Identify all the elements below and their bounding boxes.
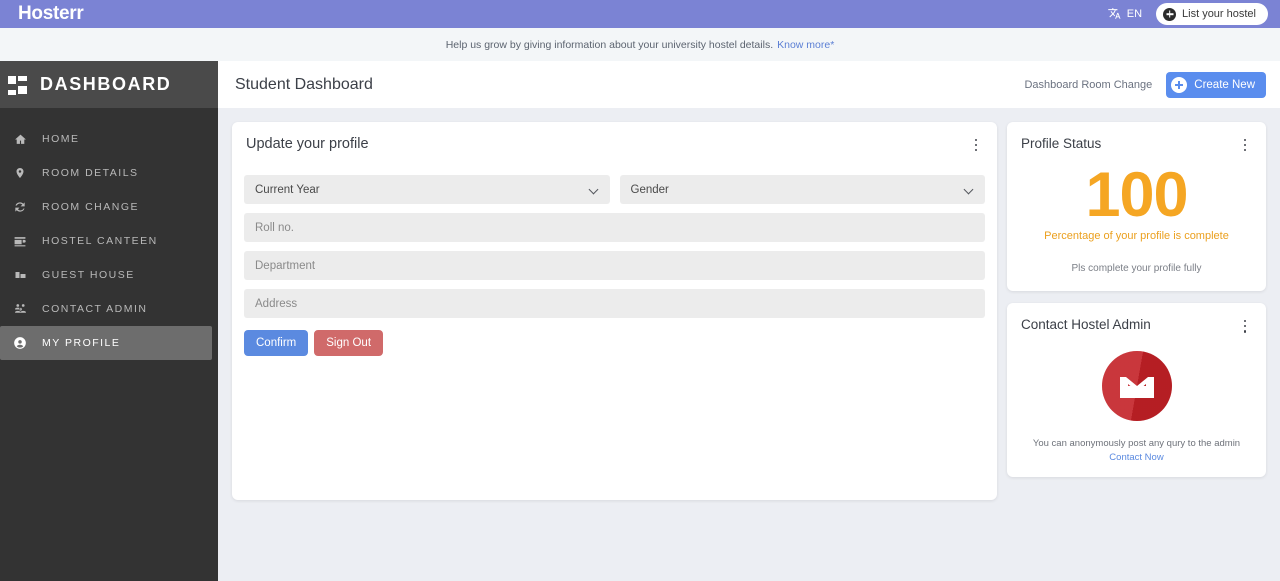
- confirm-button[interactable]: Confirm: [244, 330, 309, 356]
- dashboard-grid-icon: [8, 75, 28, 95]
- sidebar-item-contact-admin[interactable]: CONTACT ADMIN: [0, 292, 212, 326]
- sidebar-item-label: CONTACT ADMIN: [42, 303, 148, 315]
- right-column: Profile Status 100 Percentage of your pr…: [1007, 122, 1266, 478]
- sidebar-item-label: HOME: [42, 133, 80, 145]
- sidebar-item-label: ROOM DETAILS: [42, 167, 139, 179]
- create-new-button[interactable]: Create New: [1166, 71, 1266, 98]
- sign-out-button[interactable]: Sign Out: [314, 330, 384, 356]
- profile-status-card: Profile Status 100 Percentage of your pr…: [1007, 122, 1266, 292]
- user-circle-icon: [12, 336, 28, 350]
- brand-logo[interactable]: Hosterr: [18, 3, 84, 25]
- profile-status-title: Profile Status: [1021, 136, 1102, 151]
- current-year-select-wrap: Current Year: [244, 175, 610, 204]
- create-new-label: Create New: [1194, 78, 1255, 91]
- translate-icon: [1107, 7, 1122, 21]
- gmail-envelope-icon: [1101, 351, 1172, 422]
- kebab-menu-icon[interactable]: [1238, 136, 1252, 154]
- home-icon: [12, 133, 28, 146]
- page-title: Student Dashboard: [235, 75, 373, 93]
- address-input[interactable]: [244, 289, 985, 318]
- page-header: Student Dashboard Dashboard Room Change …: [218, 61, 1280, 108]
- update-profile-card: Update your profile Current Year Gender …: [232, 122, 997, 500]
- roll-no-input[interactable]: [244, 213, 985, 242]
- sidebar-item-label: ROOM CHANGE: [42, 201, 140, 213]
- sidebar: DASHBOARD HOME ROOM DETAILS ROOM CHANGE: [0, 61, 218, 581]
- gender-select[interactable]: Gender: [619, 175, 985, 204]
- know-more-link[interactable]: Know more*: [777, 39, 834, 51]
- main-content: Student Dashboard Dashboard Room Change …: [218, 61, 1280, 581]
- refresh-icon: [12, 200, 28, 214]
- sidebar-item-home[interactable]: HOME: [0, 122, 212, 156]
- kebab-menu-icon[interactable]: [1238, 317, 1252, 335]
- building-icon: [12, 269, 28, 281]
- sidebar-item-room-details[interactable]: ROOM DETAILS: [0, 156, 212, 190]
- info-banner-text: Help us grow by giving information about…: [445, 38, 774, 51]
- update-profile-card-header: Update your profile: [232, 122, 997, 154]
- form-row-address: [244, 289, 985, 318]
- profile-completion-caption: Percentage of your profile is complete: [1044, 230, 1229, 243]
- profile-completion-note: Pls complete your profile fully: [1071, 263, 1202, 275]
- list-your-hostel-button[interactable]: List your hostel: [1156, 3, 1268, 25]
- sidebar-nav: HOME ROOM DETAILS ROOM CHANGE HOSTEL CAN…: [0, 108, 218, 360]
- update-profile-title: Update your profile: [246, 136, 369, 152]
- profile-status-body: 100 Percentage of your profile is comple…: [1007, 154, 1266, 291]
- language-label: EN: [1126, 8, 1143, 20]
- sidebar-item-label: HOSTEL CANTEEN: [42, 235, 158, 247]
- sidebar-item-label: MY PROFILE: [42, 337, 121, 349]
- kebab-menu-icon[interactable]: [969, 136, 983, 154]
- contact-hostel-admin-card: Contact Hostel Admin You can anonymously…: [1007, 303, 1266, 478]
- plus-circle-icon: [1163, 7, 1177, 21]
- profile-status-card-header: Profile Status: [1007, 122, 1266, 154]
- contact-admin-description: You can anonymously post any qury to the…: [1032, 438, 1241, 450]
- department-input[interactable]: [244, 251, 985, 280]
- plus-circle-icon: [1171, 76, 1188, 93]
- form-row-roll-no: [244, 213, 985, 242]
- breadcrumb: Dashboard Room Change: [1024, 78, 1153, 91]
- sidebar-title: DASHBOARD: [40, 74, 172, 94]
- list-your-hostel-label: List your hostel: [1182, 8, 1256, 20]
- sidebar-item-room-change[interactable]: ROOM CHANGE: [0, 190, 212, 224]
- left-column: Update your profile Current Year Gender …: [232, 122, 997, 500]
- sidebar-item-hostel-canteen[interactable]: HOSTEL CANTEEN: [0, 224, 212, 258]
- contact-now-link[interactable]: Contact Now: [1021, 452, 1252, 463]
- map-pin-icon: [12, 166, 28, 180]
- contact-admin-title: Contact Hostel Admin: [1021, 317, 1151, 333]
- page-layout: DASHBOARD HOME ROOM DETAILS ROOM CHANGE: [0, 61, 1280, 581]
- top-header-actions: EN List your hostel: [1107, 3, 1268, 25]
- top-header-bar: Hosterr EN List your hostel: [0, 0, 1280, 28]
- people-group-icon: [12, 303, 28, 316]
- form-spacer: [244, 356, 985, 488]
- contact-admin-card-header: Contact Hostel Admin: [1007, 303, 1266, 335]
- sidebar-item-guest-house[interactable]: GUEST HOUSE: [0, 258, 212, 292]
- profile-completion-percentage: 100: [1085, 160, 1188, 230]
- form-row-department: [244, 251, 985, 280]
- dashboard-content: Update your profile Current Year Gender …: [218, 108, 1280, 581]
- language-selector[interactable]: EN: [1107, 7, 1142, 21]
- gender-select-wrap: Gender: [619, 175, 985, 204]
- form-row-selects: Current Year Gender: [244, 175, 985, 204]
- canteen-icon: [12, 235, 28, 248]
- sidebar-item-label: GUEST HOUSE: [42, 269, 135, 281]
- form-buttons: Confirm Sign Out: [244, 330, 985, 356]
- sidebar-item-my-profile[interactable]: MY PROFILE: [0, 326, 212, 360]
- profile-form: Current Year Gender Roll no. Department …: [232, 154, 997, 500]
- current-year-select[interactable]: Current Year: [244, 175, 610, 204]
- page-header-actions: Dashboard Room Change Create New: [1024, 71, 1266, 98]
- info-banner: Help us grow by giving information about…: [0, 28, 1280, 61]
- sidebar-header: DASHBOARD: [0, 61, 218, 108]
- contact-admin-body: You can anonymously post any qury to the…: [1007, 335, 1266, 477]
